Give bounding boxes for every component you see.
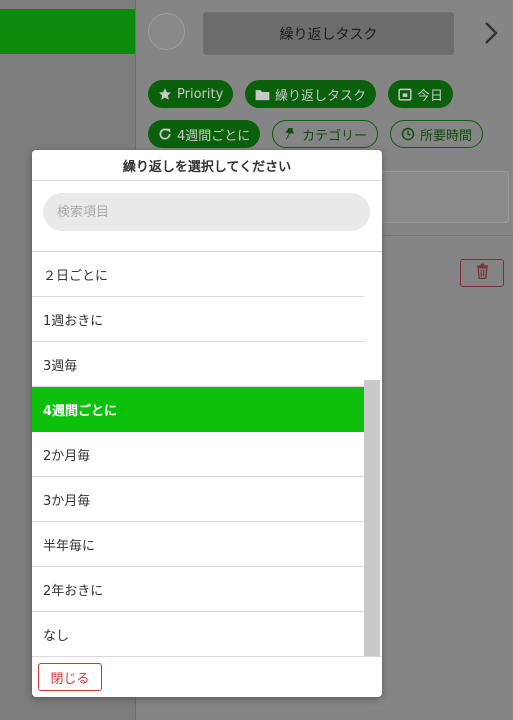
list-item[interactable]: なし — [32, 612, 364, 656]
trash-icon — [475, 263, 490, 283]
calendar-icon — [398, 87, 412, 101]
chip-list[interactable]: 繰り返しタスク — [245, 80, 377, 108]
close-button[interactable]: 閉じる — [38, 663, 102, 691]
search-input[interactable] — [43, 193, 370, 231]
chip-label: 今日 — [417, 88, 444, 104]
repeat-icon — [158, 127, 172, 141]
chip-priority[interactable]: Priority — [148, 80, 234, 108]
chip-category[interactable]: カテゴリー — [272, 120, 379, 148]
list-item[interactable]: 半年毎に — [32, 522, 364, 567]
active-task-bar[interactable] — [0, 9, 135, 54]
chip-repeat[interactable]: 4週間ごとに — [148, 120, 261, 148]
list-item[interactable]: 3週毎 — [32, 342, 364, 387]
folder-icon — [255, 88, 270, 101]
chip-label: 所要時間 — [420, 128, 473, 144]
repeat-select-modal: 繰り返しを選択してください ２日ごとに 1週おきに 3週毎 4週間ごとに 2か月… — [32, 150, 382, 697]
chip-date[interactable]: 今日 — [388, 80, 454, 108]
list-item[interactable]: 1週おきに — [32, 297, 364, 342]
task-title-button[interactable]: 繰り返しタスク — [203, 12, 454, 55]
modal-title: 繰り返しを選択してください — [32, 150, 382, 181]
star-icon — [158, 87, 172, 101]
delete-button[interactable] — [460, 259, 504, 287]
list-item-selected[interactable]: 4週間ごとに — [32, 387, 364, 432]
chevron-right-icon[interactable] — [479, 18, 503, 48]
chip-duration[interactable]: 所要時間 — [390, 120, 484, 148]
search-container — [32, 181, 382, 252]
option-list: ２日ごとに 1週おきに 3週毎 4週間ごとに 2か月毎 3か月毎 半年毎に 2年… — [32, 252, 364, 656]
chip-label: Priority — [177, 86, 224, 102]
list-item[interactable]: 3か月毎 — [32, 477, 364, 522]
scrollbar-track[interactable] — [364, 252, 382, 656]
list-item[interactable]: 2年おきに — [32, 567, 364, 612]
scrollbar-thumb[interactable] — [364, 380, 380, 656]
option-list-area: ２日ごとに 1週おきに 3週毎 4週間ごとに 2か月毎 3か月毎 半年毎に 2年… — [32, 252, 382, 656]
modal-footer: 閉じる — [32, 656, 382, 697]
chip-label: 4週間ごとに — [177, 128, 251, 144]
chip-label: 繰り返しタスク — [275, 88, 367, 104]
complete-checkbox[interactable] — [148, 13, 185, 50]
chip-label: カテゴリー — [302, 128, 368, 144]
clock-icon — [401, 127, 415, 141]
task-title-label: 繰り返しタスク — [279, 26, 378, 43]
pin-icon — [283, 127, 297, 141]
list-item[interactable]: ２日ごとに — [32, 252, 364, 297]
list-item[interactable]: 2か月毎 — [32, 432, 364, 477]
